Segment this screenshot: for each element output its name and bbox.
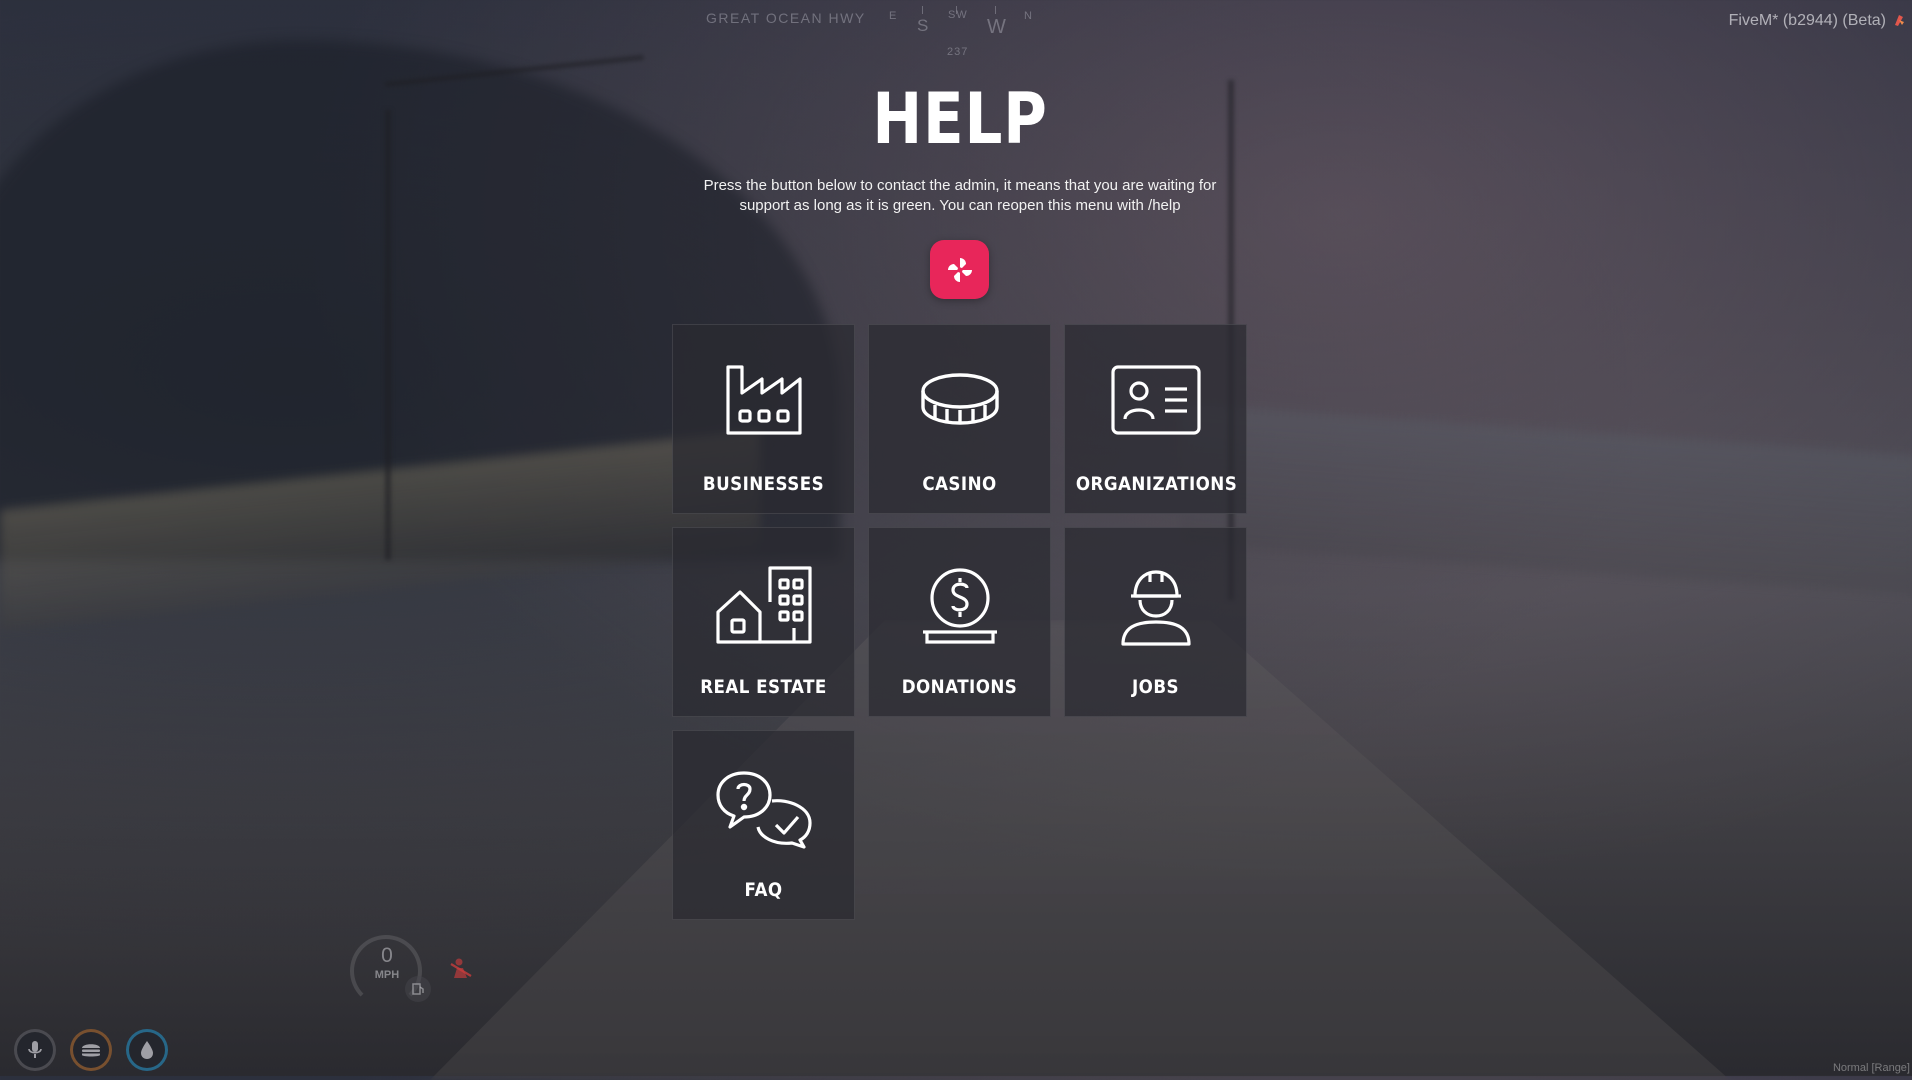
background-streetlamp	[385, 110, 391, 560]
coin-icon	[920, 373, 999, 425]
water-icon	[141, 1041, 153, 1059]
contact-admin-button[interactable]	[930, 240, 989, 299]
compass-tick	[956, 6, 957, 14]
background-guardrail-right	[1180, 404, 1912, 596]
category-label: DONATIONS	[901, 676, 1018, 698]
compass-tick	[995, 6, 996, 14]
compass-bar: GREAT OCEAN HWY E S SW W N 237	[706, 6, 1066, 58]
microphone-icon	[28, 1041, 42, 1058]
compass-west: W	[987, 16, 1007, 38]
pinwheel-icon	[947, 257, 972, 282]
worker-icon	[1120, 570, 1191, 646]
category-label: FAQ	[744, 879, 783, 901]
fuel-gauge	[405, 976, 431, 1002]
client-version: FiveM* (b2944) (Beta)	[1728, 12, 1886, 29]
buildings-icon	[715, 566, 812, 644]
fivem-logo-icon	[1895, 15, 1904, 26]
category-label: ORGANIZATIONS	[1075, 473, 1238, 495]
compass-tick	[922, 6, 923, 14]
page-title: HELP	[872, 78, 1048, 160]
speed-value: 0	[381, 944, 393, 967]
category-donations[interactable]: DONATIONS	[868, 527, 1051, 717]
category-label: REAL ESTATE	[700, 676, 827, 698]
voice-range-label: Normal [Range]	[1832, 1062, 1910, 1074]
background-guardrail-left	[0, 430, 760, 630]
street-name: GREAT OCEAN HWY	[706, 10, 866, 26]
help-description: Press the button below to contact the ad…	[703, 177, 1217, 214]
category-jobs[interactable]: JOBS	[1064, 527, 1247, 717]
voice-status	[14, 1029, 56, 1071]
compass-north: N	[1024, 10, 1033, 22]
category-organizations[interactable]: ORGANIZATIONS	[1064, 324, 1247, 514]
category-real-estate[interactable]: REAL ESTATE	[672, 527, 855, 717]
faq-icon	[715, 771, 812, 849]
category-label: BUSINESSES	[702, 473, 825, 495]
compass-south: S	[917, 16, 930, 35]
hunger-status	[70, 1029, 112, 1071]
donation-icon	[922, 568, 997, 644]
category-label: JOBS	[1132, 676, 1179, 698]
category-faq[interactable]: FAQ	[672, 730, 855, 920]
factory-icon	[725, 365, 802, 435]
compass-southwest: SW	[948, 9, 968, 21]
category-label: CASINO	[922, 473, 997, 495]
id-card-icon	[1110, 365, 1201, 435]
seatbelt-icon	[450, 958, 472, 978]
thirst-status	[126, 1029, 168, 1071]
food-icon	[82, 1044, 100, 1057]
compass-heading: 237	[947, 46, 969, 58]
compass-east: E	[889, 10, 898, 22]
fuel-icon	[412, 983, 424, 995]
category-businesses[interactable]: BUSINESSES	[672, 324, 855, 514]
category-casino[interactable]: CASINO	[868, 324, 1051, 514]
